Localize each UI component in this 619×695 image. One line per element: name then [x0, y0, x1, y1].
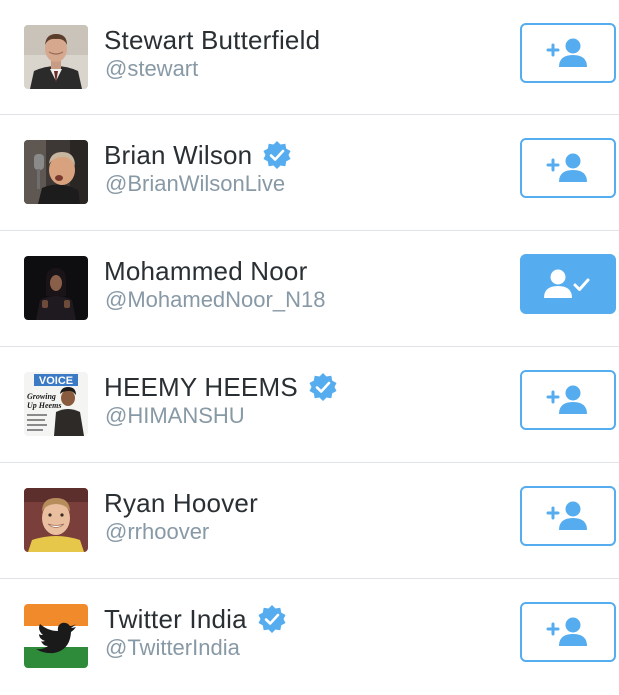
user-handle: @stewart	[105, 56, 199, 81]
avatar[interactable]	[24, 604, 88, 668]
user-name[interactable]: Brian Wilson	[104, 140, 252, 171]
user-row[interactable]: Stewart Butterfield @stewart	[0, 0, 619, 115]
verified-badge-icon	[308, 372, 338, 402]
follow-button[interactable]	[520, 23, 616, 83]
add-user-icon	[546, 153, 587, 182]
user-name[interactable]: Stewart Butterfield	[104, 25, 320, 56]
man-in-suit-avatar	[24, 25, 88, 89]
person-in-dark-avatar	[24, 256, 88, 320]
follow-button[interactable]	[520, 486, 616, 546]
magazine-headline: Growing	[27, 392, 56, 401]
add-user-icon	[546, 385, 587, 414]
name-line: Brian Wilson	[104, 137, 292, 173]
twitter-bird-india-flag-avatar	[24, 604, 88, 668]
name-line: HEEMY HEEMS	[104, 369, 338, 405]
name-line: Mohammed Noor	[104, 253, 307, 289]
follow-button[interactable]	[520, 370, 616, 430]
user-handle: @TwitterIndia	[105, 635, 240, 660]
avatar[interactable]	[24, 256, 88, 320]
user-handle: @BrianWilsonLive	[105, 171, 286, 196]
user-handle: @MohamedNoor_N18	[105, 287, 326, 312]
verified-badge-icon	[257, 604, 287, 634]
avatar[interactable]	[24, 488, 88, 552]
following-button[interactable]	[520, 254, 616, 314]
avatar[interactable]	[24, 140, 88, 204]
user-row[interactable]: Brian Wilson @BrianWilsonLive	[0, 115, 619, 231]
magazine-cover-avatar: VOICE Growing Up Heems	[24, 372, 88, 436]
verified-badge-icon	[262, 140, 292, 170]
user-row[interactable]: Ryan Hoover @rrhoover	[0, 463, 619, 579]
name-line: Twitter India	[104, 601, 287, 637]
user-following-check-icon	[544, 269, 590, 298]
avatar[interactable]: VOICE Growing Up Heems	[24, 372, 88, 436]
user-handle: @HIMANSHU	[105, 403, 245, 428]
user-row[interactable]: VOICE Growing Up Heems HEEMY HEEMS @HIMA…	[0, 347, 619, 463]
smiling-man-avatar	[24, 488, 88, 552]
user-row[interactable]: Twitter India @TwitterIndia	[0, 579, 619, 695]
who-to-follow-list: Stewart Butterfield @stewart Brian Wilso…	[0, 0, 619, 695]
user-name[interactable]: Twitter India	[104, 604, 247, 635]
user-handle: @rrhoover	[105, 519, 210, 544]
name-line: Ryan Hoover	[104, 485, 258, 521]
avatar[interactable]	[24, 25, 88, 89]
user-name[interactable]: Ryan Hoover	[104, 488, 258, 519]
follow-button[interactable]	[520, 602, 616, 662]
singer-at-microphone-avatar	[24, 140, 88, 204]
follow-button[interactable]	[520, 138, 616, 198]
user-row[interactable]: Mohammed Noor @MohamedNoor_N18	[0, 231, 619, 347]
magazine-masthead: VOICE	[39, 375, 73, 387]
magazine-headline: Up Heems	[27, 401, 61, 410]
add-user-icon	[546, 617, 587, 646]
add-user-icon	[546, 501, 587, 530]
user-name[interactable]: HEEMY HEEMS	[104, 372, 298, 403]
name-line: Stewart Butterfield	[104, 22, 320, 58]
user-name[interactable]: Mohammed Noor	[104, 256, 307, 287]
add-user-icon	[546, 38, 587, 67]
